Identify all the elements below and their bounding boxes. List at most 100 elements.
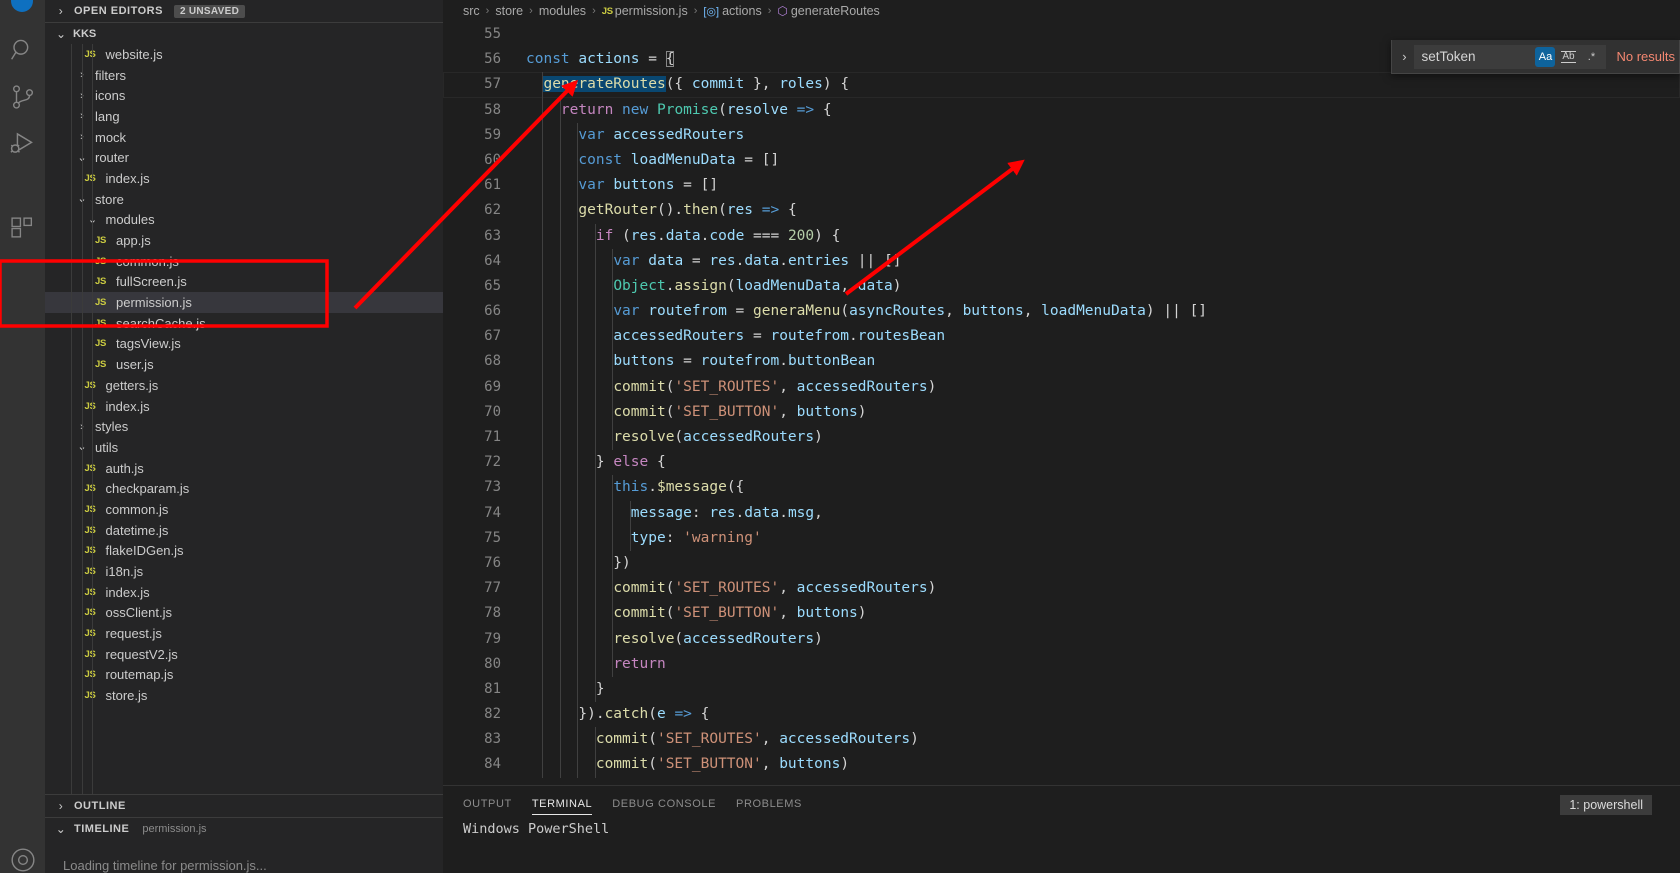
panel-tab-debug-console[interactable]: DEBUG CONSOLE (612, 786, 716, 821)
tree-folder-filters[interactable]: ›filters (45, 65, 443, 86)
explorer-sidebar: › OPEN EDITORS 2 UNSAVED ⌄ KKS JS website… (45, 0, 443, 873)
code-line[interactable]: 67 accessedRouters = routefrom.routesBea… (443, 324, 1680, 350)
tree-folder-icons[interactable]: ›icons (45, 85, 443, 106)
tree-file-i18n.js[interactable]: JS i18n.js (45, 561, 443, 582)
tree-file-website.js[interactable]: JS website.js (45, 44, 443, 65)
tree-file-request.js[interactable]: JS request.js (45, 623, 443, 644)
code-line[interactable]: 58 return new Promise(resolve => { (443, 97, 1680, 123)
code-line[interactable]: 74 message: res.data.msg, (443, 500, 1680, 526)
file-tree[interactable]: JSwebsite.js›filters›icons›lang›mock⌄rou… (45, 44, 443, 794)
code-line[interactable]: 63 if (res.data.code === 200) { (443, 223, 1680, 249)
code-line[interactable]: 70 commit('SET_BUTTON', buttons) (443, 399, 1680, 425)
code-line[interactable]: 64 var data = res.data.entries || [] (443, 248, 1680, 274)
indent-guide (542, 576, 544, 602)
panel-tab-output[interactable]: OUTPUT (463, 786, 512, 821)
code-line[interactable]: 69 commit('SET_ROUTES', accessedRouters) (443, 374, 1680, 400)
tree-file-app.js[interactable]: JS app.js (45, 230, 443, 251)
code-line[interactable]: 57 generateRoutes({ commit }, roles) { (443, 72, 1680, 98)
code-line[interactable]: 75 type: 'warning' (443, 525, 1680, 551)
tree-file-common.js[interactable]: JS common.js (45, 251, 443, 272)
code-line[interactable]: 78 commit('SET_BUTTON', buttons) (443, 601, 1680, 627)
panel-tab-problems[interactable]: PROBLEMS (736, 786, 802, 821)
tree-folder-utils[interactable]: ⌄utils (45, 437, 443, 458)
outline-header[interactable]: › OUTLINE (45, 795, 443, 817)
code-line[interactable]: 80 return (443, 651, 1680, 677)
indent-guide (594, 223, 596, 249)
tree-file-fullScreen.js[interactable]: JS fullScreen.js (45, 272, 443, 293)
line-number: 72 (484, 454, 501, 471)
search-icon[interactable] (0, 26, 45, 73)
accounts-icon[interactable] (0, 833, 45, 873)
tree-file-index.js[interactable]: JS index.js (45, 396, 443, 417)
tree-folder-lang[interactable]: ›lang (45, 106, 443, 127)
terminal-selector[interactable]: 1: powershell (1560, 795, 1652, 815)
panel-tabs[interactable]: OUTPUT TERMINAL DEBUG CONSOLE PROBLEMS (443, 786, 1680, 821)
breadcrumb-item-generateRoutes[interactable]: ⬡ generateRoutes (777, 4, 879, 18)
toggle-replace-icon[interactable]: › (1394, 49, 1414, 64)
tree-file-tagsView.js[interactable]: JS tagsView.js (45, 334, 443, 355)
code-line[interactable]: 73 this.$message({ (443, 475, 1680, 501)
code-line[interactable]: 71 resolve(accessedRouters) (443, 425, 1680, 451)
breadcrumb-item-modules[interactable]: modules (539, 4, 586, 18)
tree-file-searchCache.js[interactable]: JS searchCache.js (45, 313, 443, 334)
tree-folder-mock[interactable]: ›mock (45, 127, 443, 148)
code-line[interactable]: 83 commit('SET_ROUTES', accessedRouters) (443, 727, 1680, 753)
explorer-icon[interactable] (0, 0, 45, 26)
breadcrumb-item-actions[interactable]: [◎] actions (703, 4, 761, 18)
tree-file-permission.js[interactable]: JS permission.js (45, 292, 443, 313)
code-line[interactable]: 77 commit('SET_ROUTES', accessedRouters) (443, 576, 1680, 602)
tree-file-getters.js[interactable]: JS getters.js (45, 375, 443, 396)
code-line[interactable]: 84 commit('SET_BUTTON', buttons) (443, 752, 1680, 778)
source-control-icon[interactable] (0, 73, 45, 120)
extensions-icon[interactable] (0, 167, 45, 287)
tree-file-index.js[interactable]: JS index.js (45, 582, 443, 603)
tree-file-user.js[interactable]: JS user.js (45, 354, 443, 375)
code-line[interactable]: 62 getRouter().then(res => { (443, 198, 1680, 224)
editor-viewport[interactable]: 55 56 const actions = {57 generateRoutes({… (443, 22, 1680, 785)
code-line[interactable]: 76 }) (443, 550, 1680, 577)
find-widget[interactable]: › setToken Aa Ab .* No results (1391, 40, 1680, 74)
tree-folder-modules[interactable]: ⌄modules (45, 210, 443, 231)
tree-file-ossClient.js[interactable]: JS ossClient.js (45, 603, 443, 624)
code-line[interactable]: 72 } else { (443, 450, 1680, 476)
breadcrumb[interactable]: src › store › modules › JS permission.js › [◎] act… (443, 0, 1680, 22)
code-line[interactable]: 60 const loadMenuData = [] (443, 147, 1680, 174)
breadcrumb-item-src[interactable]: src (463, 4, 480, 18)
tree-folder-store[interactable]: ⌄store (45, 189, 443, 210)
code-content[interactable]: 55 56 const actions = {57 generateRoutes({… (443, 22, 1680, 778)
code-line[interactable]: 82 }).catch(e => { (443, 702, 1680, 728)
code-line[interactable]: 81 } (443, 676, 1680, 703)
code-line[interactable]: 66 var routefrom = generaMenu(asyncRoute… (443, 299, 1680, 325)
code-line[interactable]: 61 var buttons = [] (443, 173, 1680, 199)
tree-folder-router[interactable]: ⌄router (45, 147, 443, 168)
tree-file-common.js[interactable]: JS common.js (45, 499, 443, 520)
tree-file-index.js[interactable]: JS index.js (45, 168, 443, 189)
workspace-root-row[interactable]: ⌄ KKS (45, 23, 443, 44)
find-input[interactable]: setToken Aa Ab .* (1414, 44, 1607, 69)
open-editors-header[interactable]: › OPEN EDITORS 2 UNSAVED (45, 0, 443, 22)
whole-word-icon[interactable]: Ab (1558, 47, 1578, 67)
code-line[interactable]: 65 Object.assign(loadMenuData, data) (443, 273, 1680, 300)
code-line[interactable]: 59 var accessedRouters (443, 122, 1680, 148)
tree-file-routemap.js[interactable]: JS routemap.js (45, 665, 443, 686)
tree-file-store.js[interactable]: JS store.js (45, 685, 443, 706)
timeline-header[interactable]: ⌄ TIMELINE permission.js (45, 818, 443, 840)
tree-folder-styles[interactable]: ›styles (45, 416, 443, 437)
run-debug-icon[interactable] (0, 120, 45, 167)
breadcrumb-item-store[interactable]: store (495, 4, 523, 18)
breadcrumb-item-permission.js[interactable]: JS permission.js (602, 4, 688, 18)
code-line[interactable]: 79 resolve(accessedRouters) (443, 626, 1680, 652)
tree-file-flakeIDGen.js[interactable]: JS flakeIDGen.js (45, 541, 443, 562)
tree-file-checkparam.js[interactable]: JS checkparam.js (45, 478, 443, 499)
regex-icon[interactable]: .* (1581, 47, 1601, 67)
tree-file-requestV2.js[interactable]: JS requestV2.js (45, 644, 443, 665)
code-line-text: return (525, 651, 666, 677)
panel-tab-terminal[interactable]: TERMINAL (531, 786, 593, 821)
code-line[interactable]: 68 buttons = routefrom.buttonBean (443, 349, 1680, 375)
indent-guide (594, 425, 596, 451)
tree-file-auth.js[interactable]: JS auth.js (45, 458, 443, 479)
code-token: ( (840, 303, 850, 320)
match-case-icon[interactable]: Aa (1535, 46, 1556, 67)
tree-file-datetime.js[interactable]: JS datetime.js (45, 520, 443, 541)
terminal-output[interactable]: Windows PowerShell (443, 821, 1680, 837)
